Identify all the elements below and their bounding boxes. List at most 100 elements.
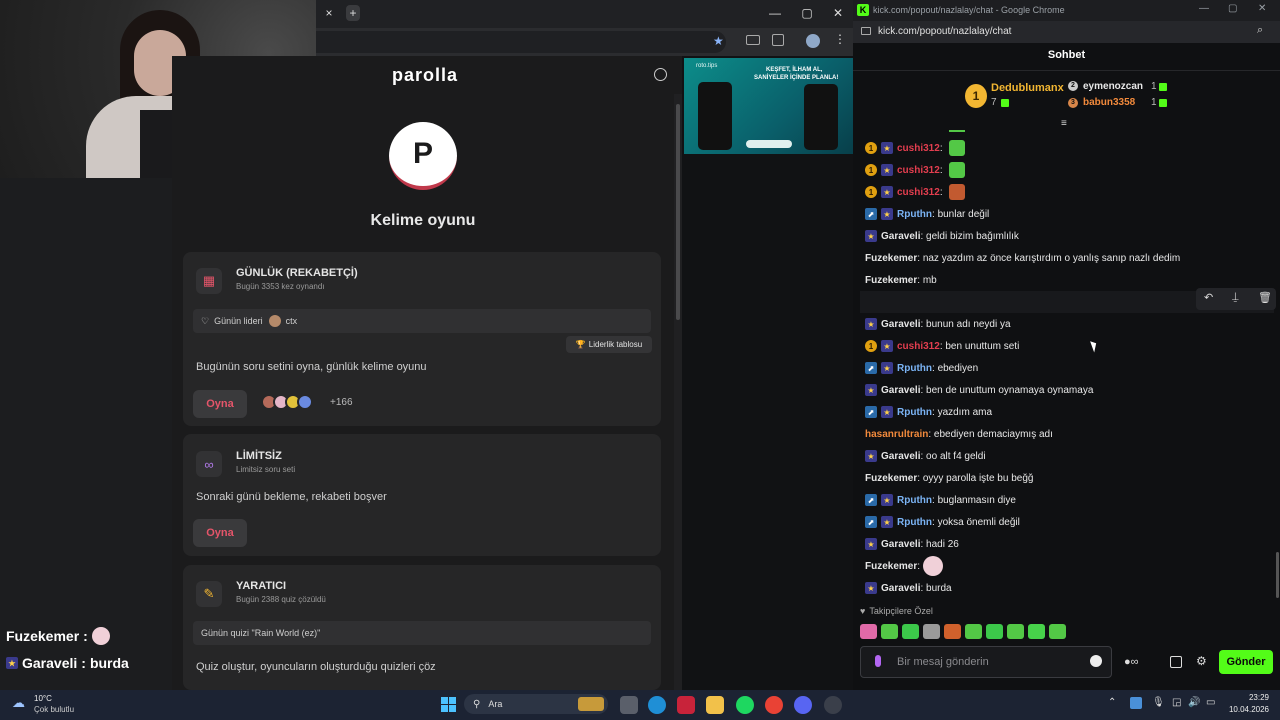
- minimize-icon[interactable]: —: [766, 6, 784, 20]
- chat-message[interactable]: 1 ★ cushi312: ben unuttum seti: [865, 338, 1019, 354]
- chat-username[interactable]: Rputhn: [897, 407, 932, 418]
- clock-date[interactable]: 10.04.2026: [1225, 705, 1269, 714]
- chat-message[interactable]: ★ Garaveli: ben de unuttum oynamaya oynam…: [865, 382, 1093, 398]
- microphone-icon[interactable]: [875, 655, 881, 667]
- chat-username[interactable]: Fuzekemer: [865, 253, 917, 264]
- chat-scrollbar-thumb[interactable]: [1276, 552, 1279, 598]
- chat-username[interactable]: Fuzekemer: [865, 275, 917, 286]
- chat-username[interactable]: Garaveli: [881, 539, 920, 550]
- tray-app-icon[interactable]: [1130, 697, 1142, 709]
- emote-icon[interactable]: [860, 624, 877, 639]
- chat-message[interactable]: Fuzekemer:: [865, 556, 943, 576]
- chat-message[interactable]: ⬈ ★ Rputhn: yoksa önemli değil: [865, 514, 1020, 530]
- maximize-icon[interactable]: ▢: [1228, 3, 1237, 14]
- parolla-logo[interactable]: parolla: [392, 65, 458, 86]
- chat-message[interactable]: 1 ★ cushi312:: [865, 162, 966, 178]
- chat-username[interactable]: Rputhn: [897, 495, 932, 506]
- chat-username[interactable]: Rputhn: [897, 517, 932, 528]
- minimize-icon[interactable]: —: [1199, 3, 1209, 14]
- extensions-icon[interactable]: [772, 34, 784, 46]
- emote-icon[interactable]: [1007, 624, 1024, 639]
- chat-message[interactable]: ★ Garaveli: geldi bizim bağımlılık: [865, 228, 1019, 244]
- collapse-chevron-icon[interactable]: ≡: [1061, 118, 1067, 129]
- top-gifter-name[interactable]: Dedublumanx: [991, 82, 1064, 94]
- chat-message[interactable]: Fuzekemer: naz yazdım az önce karıştırdı…: [865, 250, 1180, 266]
- send-button[interactable]: Gönder: [1219, 650, 1273, 674]
- chat-message[interactable]: ★ Garaveli: burda: [865, 580, 952, 596]
- chat-input-field[interactable]: Bir mesaj gönderin: [860, 646, 1112, 678]
- play-unlimited-button[interactable]: Oyna: [193, 519, 247, 547]
- app-icon[interactable]: [824, 696, 842, 714]
- chat-username[interactable]: cushi312: [897, 341, 940, 352]
- chat-username[interactable]: Rputhn: [897, 209, 932, 220]
- chat-message[interactable]: Fuzekemer: mb: [865, 272, 937, 288]
- chat-message[interactable]: ⬈ ★ Rputhn: ebediyen: [865, 360, 978, 376]
- settings-gear-icon[interactable]: ⚙: [1196, 654, 1207, 668]
- browser-menu-icon[interactable]: ⋮: [834, 32, 846, 46]
- chat-username[interactable]: Garaveli: [881, 231, 920, 242]
- emote-icon[interactable]: [965, 624, 982, 639]
- ad-banner[interactable]: roto.tips KEŞFET, İLHAM AL, SANİYELER İÇ…: [684, 58, 853, 154]
- user-account-icon[interactable]: [654, 68, 667, 81]
- chat-message[interactable]: 1 ★ cushi312:: [865, 184, 966, 200]
- chat-username[interactable]: Fuzekemer: [865, 561, 917, 572]
- clock-time[interactable]: 23:29: [1229, 693, 1269, 702]
- chat-url[interactable]: kick.com/popout/nazlalay/chat: [878, 26, 1011, 37]
- volume-icon[interactable]: 🔊: [1188, 697, 1200, 708]
- top-gifter-name[interactable]: babun3358: [1083, 97, 1135, 108]
- chat-message[interactable]: ★ Garaveli: oo alt f4 geldi: [865, 448, 986, 464]
- bookmark-star-icon[interactable]: ★: [713, 34, 724, 48]
- reader-icon[interactable]: [746, 35, 760, 45]
- chat-username[interactable]: cushi312: [897, 165, 940, 176]
- daily-quiz-row[interactable]: Günün quizi "Rain World (ez)": [193, 621, 651, 645]
- profile-avatar-icon[interactable]: [806, 34, 820, 48]
- chat-message[interactable]: ⬈ ★ Rputhn: bunlar değil: [865, 206, 989, 222]
- chat-username[interactable]: cushi312: [897, 187, 940, 198]
- emote-icon[interactable]: [1049, 624, 1066, 639]
- chat-username[interactable]: Garaveli: [881, 385, 920, 396]
- zoom-icon[interactable]: ⌕: [1257, 24, 1263, 37]
- weather-icon[interactable]: ☁: [12, 695, 25, 711]
- edge-icon[interactable]: [648, 696, 666, 714]
- chat-message[interactable]: hasanrultrain: ebediyen demaciaymış adı: [865, 426, 1053, 442]
- delete-icon[interactable]: 🗑: [1258, 291, 1272, 304]
- taskbar-search-box[interactable]: ⚲ Ara: [464, 694, 608, 714]
- chrome-icon[interactable]: [765, 696, 783, 714]
- weather-desc[interactable]: Çok bulutlu: [34, 705, 74, 714]
- play-daily-button[interactable]: Oyna: [193, 390, 247, 418]
- chat-username[interactable]: Garaveli: [881, 319, 920, 330]
- chat-message[interactable]: ★ Garaveli: hadi 26: [865, 536, 959, 552]
- emote-icon[interactable]: [944, 624, 961, 639]
- chat-username[interactable]: Garaveli: [881, 451, 920, 462]
- discord-icon[interactable]: [794, 696, 812, 714]
- tray-chevron-icon[interactable]: ⌃: [1108, 697, 1116, 708]
- emote-icon[interactable]: [1028, 624, 1045, 639]
- chat-users-icon[interactable]: ●∞: [1124, 656, 1156, 668]
- chat-message[interactable]: ⬈ ★ Rputhn: buglanmasın diye: [865, 492, 1016, 508]
- top-gifter-name[interactable]: eymenozcan: [1083, 81, 1143, 92]
- chat-username[interactable]: Garaveli: [881, 583, 920, 594]
- reply-icon[interactable]: ↶: [1204, 291, 1213, 304]
- window-close-icon[interactable]: ✕: [1258, 3, 1266, 14]
- pin-icon[interactable]: ⍊: [1232, 291, 1239, 304]
- new-tab-icon[interactable]: +: [346, 5, 360, 21]
- emote-icon[interactable]: [986, 624, 1003, 639]
- emoji-icon[interactable]: [1090, 655, 1102, 667]
- wifi-icon[interactable]: ◲: [1172, 697, 1181, 708]
- emote-icon[interactable]: [923, 624, 940, 639]
- microphone-tray-icon[interactable]: 🎙: [1152, 697, 1165, 708]
- scrollbar-thumb[interactable]: [676, 104, 680, 320]
- chat-username[interactable]: cushi312: [897, 143, 940, 154]
- chat-message[interactable]: 1 ★ cushi312:: [865, 140, 966, 156]
- chat-message[interactable]: ⬈ ★ Rputhn: yazdım ama: [865, 404, 992, 420]
- url-field[interactable]: [316, 31, 726, 53]
- windows-start-icon[interactable]: [441, 697, 456, 712]
- chat-username[interactable]: Fuzekemer: [865, 473, 917, 484]
- tab-close-icon[interactable]: ×: [322, 6, 336, 20]
- chat-username[interactable]: Rputhn: [897, 363, 932, 374]
- chat-message[interactable]: Fuzekemer: oyyy parolla işte bu beğğ: [865, 470, 1033, 486]
- spotify-icon[interactable]: [736, 696, 754, 714]
- window-close-icon[interactable]: ✕: [829, 6, 847, 20]
- app-p-icon[interactable]: [677, 696, 695, 714]
- chat-message[interactable]: ★ Garaveli: bunun adı neydi ya: [865, 316, 1011, 332]
